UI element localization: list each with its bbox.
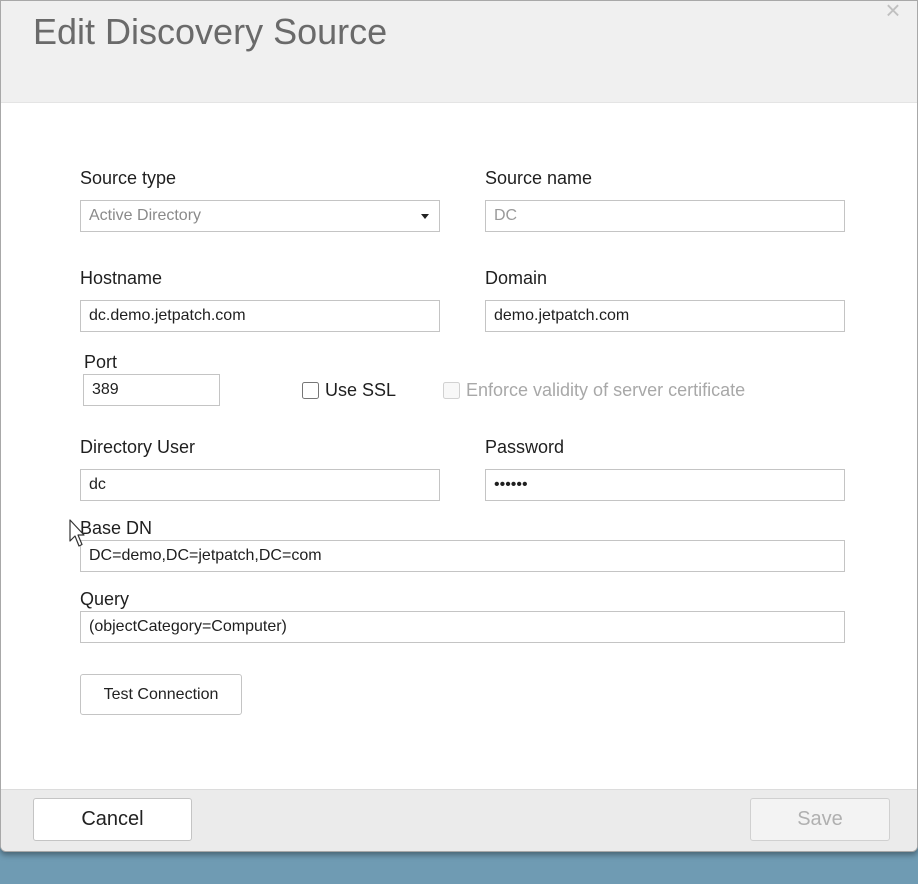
query-input[interactable] (80, 611, 845, 643)
use-ssl-label: Use SSL (325, 380, 396, 401)
close-icon[interactable]: × (881, 0, 905, 23)
base-dn-label: Base DN (80, 518, 152, 539)
hostname-label: Hostname (80, 268, 162, 289)
directory-user-label: Directory User (80, 437, 195, 458)
port-label: Port (84, 352, 117, 373)
query-label: Query (80, 589, 129, 610)
port-input[interactable] (83, 374, 220, 406)
base-dn-input[interactable] (80, 540, 845, 572)
edit-discovery-source-dialog: Edit Discovery Source × Source type Acti… (0, 0, 918, 852)
test-connection-button[interactable]: Test Connection (80, 674, 242, 715)
domain-label: Domain (485, 268, 547, 289)
dialog-title: Edit Discovery Source (33, 11, 387, 53)
source-type-label: Source type (80, 168, 176, 189)
password-label: Password (485, 437, 564, 458)
password-input[interactable] (485, 469, 845, 501)
hostname-input[interactable] (80, 300, 440, 332)
use-ssl-option[interactable]: Use SSL (302, 380, 396, 401)
domain-input[interactable] (485, 300, 845, 332)
use-ssl-checkbox[interactable] (302, 382, 319, 399)
caret-down-icon (421, 214, 429, 219)
cancel-button[interactable]: Cancel (33, 798, 192, 841)
source-name-label: Source name (485, 168, 592, 189)
enforce-validity-checkbox[interactable] (443, 382, 460, 399)
source-name-input[interactable] (485, 200, 845, 232)
enforce-validity-label: Enforce validity of server certificate (466, 380, 745, 401)
directory-user-input[interactable] (80, 469, 440, 501)
source-type-value: Active Directory (89, 207, 201, 225)
dialog-footer: Cancel Save (1, 789, 917, 852)
source-type-select[interactable]: Active Directory (80, 200, 440, 232)
enforce-validity-option: Enforce validity of server certificate (443, 380, 745, 401)
dialog-header: Edit Discovery Source × (1, 1, 917, 103)
save-button[interactable]: Save (750, 798, 890, 841)
